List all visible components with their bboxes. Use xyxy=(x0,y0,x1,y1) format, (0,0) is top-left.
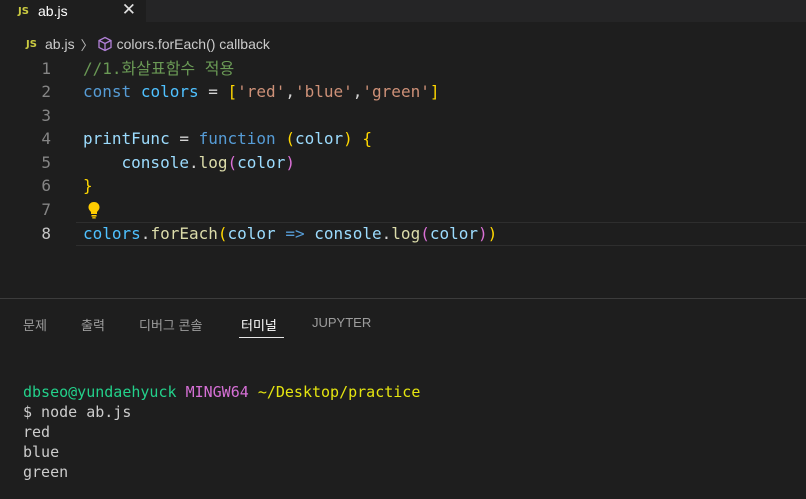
code-arrow: => xyxy=(275,224,315,243)
tab-ab-js[interactable]: JS ab.js ✕ xyxy=(0,0,146,22)
terminal-line: green xyxy=(23,463,69,481)
panel-tabs: 문제 출력 디버그 콘솔 터미널 JUPYTER xyxy=(0,299,806,339)
breadcrumb-file[interactable]: ab.js xyxy=(45,36,75,52)
code-bracket: ( xyxy=(285,129,295,148)
code-parameter: color xyxy=(237,153,286,172)
terminal-line: blue xyxy=(23,443,60,461)
code-line: 6 } xyxy=(0,174,806,198)
code-bracket: ) xyxy=(487,224,498,243)
code-comma: , xyxy=(285,82,295,101)
terminal-env: MINGW64 xyxy=(185,383,249,401)
breadcrumb-symbol[interactable]: colors.forEach() callback xyxy=(117,36,270,52)
line-number: 1 xyxy=(41,59,51,78)
line-number: 2 xyxy=(41,82,51,101)
code-comment: //1.화살표함수 적용 xyxy=(83,59,235,78)
code-bracket: ( xyxy=(217,224,228,243)
code-keyword: const xyxy=(83,82,132,101)
code-line: 5 console.log(color) xyxy=(0,151,806,175)
code-parameter: color xyxy=(227,224,276,243)
symbol-method-icon xyxy=(97,36,112,52)
tab-terminal[interactable]: 터미널 xyxy=(241,315,277,334)
terminal-user: dbseo@yundaehyuck xyxy=(23,383,177,401)
code-dot: . xyxy=(140,224,151,243)
code-bracket: [ xyxy=(227,82,238,101)
code-line: 7 xyxy=(0,198,806,222)
active-tab-indicator xyxy=(239,337,284,338)
code-function: log xyxy=(198,153,228,172)
code-bracket: ) xyxy=(285,153,295,172)
breadcrumb: JS ab.js 〉 colors.forEach() callback xyxy=(0,34,806,54)
code-bracket: } xyxy=(83,176,93,195)
tab-debug-console[interactable]: 디버그 콘솔 xyxy=(139,315,202,334)
code-variable: colors xyxy=(83,224,141,243)
tab-problems[interactable]: 문제 xyxy=(23,315,47,334)
lightbulb-icon[interactable] xyxy=(86,201,102,219)
code-function: forEach xyxy=(150,224,218,243)
code-keyword: function xyxy=(198,129,276,148)
line-number: 8 xyxy=(41,224,51,243)
code-identifier: console xyxy=(121,153,189,172)
code-line: 1 //1.화살표함수 적용 xyxy=(0,57,806,81)
terminal-output[interactable]: dbseo@yundaehyuck MINGW64 ~/Desktop/prac… xyxy=(23,382,420,482)
code-bracket: ) xyxy=(478,224,488,243)
code-line: 3 xyxy=(0,104,806,128)
code-dot: . xyxy=(188,153,199,172)
code-line: 2 const colors = ['red','blue','green'] xyxy=(0,80,806,104)
code-function: log xyxy=(391,224,421,243)
line-number: 5 xyxy=(41,153,51,172)
line-number: 6 xyxy=(41,176,51,195)
code-identifier: console xyxy=(314,224,382,243)
code-dot: . xyxy=(381,224,392,243)
code-variable: colors xyxy=(140,82,199,101)
code-parameter: color xyxy=(294,129,344,148)
code-string: 'green' xyxy=(362,82,430,101)
code-bracket: { xyxy=(362,129,373,148)
code-string: 'red' xyxy=(237,82,286,101)
code-bracket: ( xyxy=(227,153,238,172)
code-line: 4 printFunc = function (color) { xyxy=(0,127,806,151)
tab-bar: JS ab.js ✕ xyxy=(0,0,806,22)
code-line-active: 8 colors.forEach(color => console.log(co… xyxy=(0,222,806,246)
code-bracket: ] xyxy=(429,82,440,101)
javascript-file-icon: JS xyxy=(26,38,37,50)
code-comma: , xyxy=(352,82,363,101)
terminal-line: red xyxy=(23,423,51,441)
close-icon[interactable]: ✕ xyxy=(122,0,136,22)
line-number: 7 xyxy=(41,200,51,219)
code-parameter: color xyxy=(429,224,479,243)
javascript-file-icon: JS xyxy=(18,5,29,17)
code-bracket: ( xyxy=(420,224,430,243)
terminal-command: $ node ab.js xyxy=(23,403,132,421)
tab-label: ab.js xyxy=(38,3,68,19)
line-number: 4 xyxy=(41,129,51,148)
code-operator: = xyxy=(169,129,199,148)
code-string: 'blue' xyxy=(294,82,353,101)
code-operator: = xyxy=(198,82,228,101)
tab-output[interactable]: 출력 xyxy=(81,315,105,334)
code-bracket: ) xyxy=(343,129,353,148)
tab-jupyter[interactable]: JUPYTER xyxy=(312,315,371,330)
line-number: 3 xyxy=(41,106,51,125)
terminal-path: ~/Desktop/practice xyxy=(257,383,421,401)
chevron-right-icon: 〉 xyxy=(80,37,94,53)
code-editor[interactable]: 1 //1.화살표함수 적용 2 const colors = ['red','… xyxy=(0,57,806,292)
code-identifier: printFunc xyxy=(83,129,170,148)
